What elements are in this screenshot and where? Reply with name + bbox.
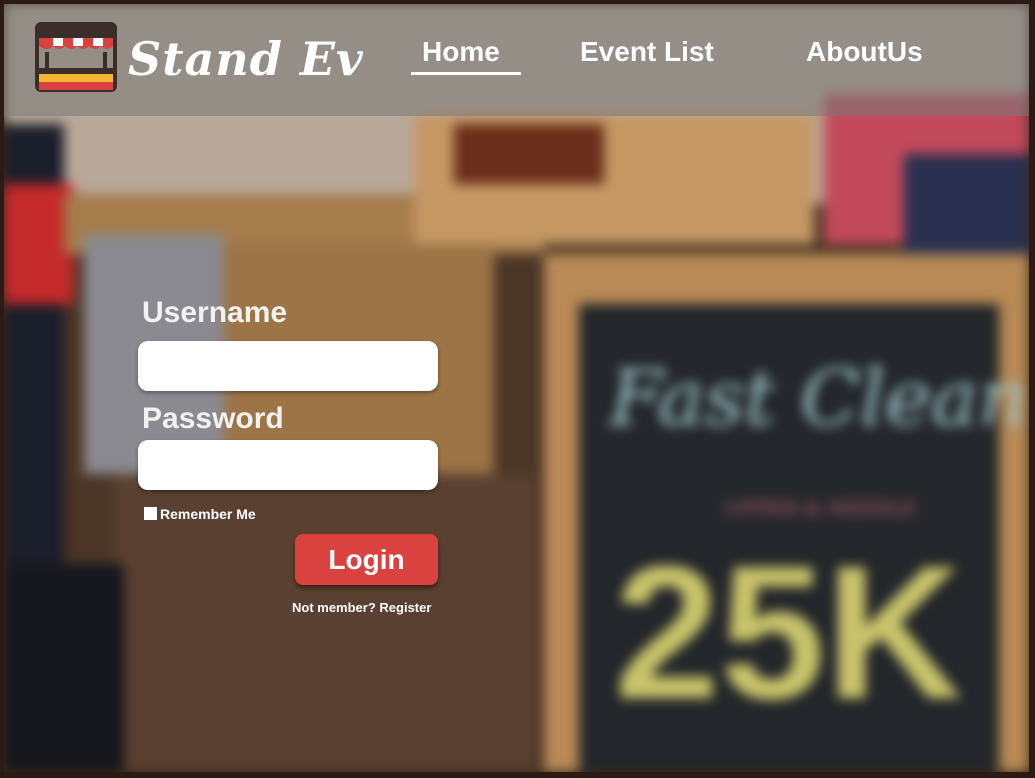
register-link[interactable]: Not member? Register	[292, 600, 431, 615]
remember-me-label[interactable]: Remember Me	[160, 506, 256, 522]
nav-active-underline	[411, 72, 521, 75]
nav-home-link[interactable]: Home	[422, 36, 500, 68]
market-stall-icon[interactable]	[35, 22, 117, 94]
password-label: Password	[142, 402, 284, 435]
password-input[interactable]	[138, 440, 438, 490]
username-input[interactable]	[138, 341, 438, 391]
login-button[interactable]: Login	[295, 534, 438, 585]
remember-me-row: Remember Me	[144, 506, 256, 522]
brand-name[interactable]: Stand Ev	[128, 32, 364, 86]
sign-price: 25K	[614, 527, 963, 739]
nav-event-list-link[interactable]: Event List	[580, 36, 714, 68]
page-frame: Fast Clean UPPER & MIDDLE 25K Stand Ev H…	[4, 4, 1029, 772]
nav-about-us-link[interactable]: AboutUs	[806, 36, 923, 68]
username-label: Username	[142, 296, 288, 329]
sign-subtext: UPPER & MIDDLE	[724, 496, 917, 520]
sign-text: Fast Clean	[609, 354, 1029, 444]
top-navbar: Stand Ev Home Event List AboutUs	[4, 4, 1029, 116]
remember-me-checkbox[interactable]	[144, 507, 157, 520]
